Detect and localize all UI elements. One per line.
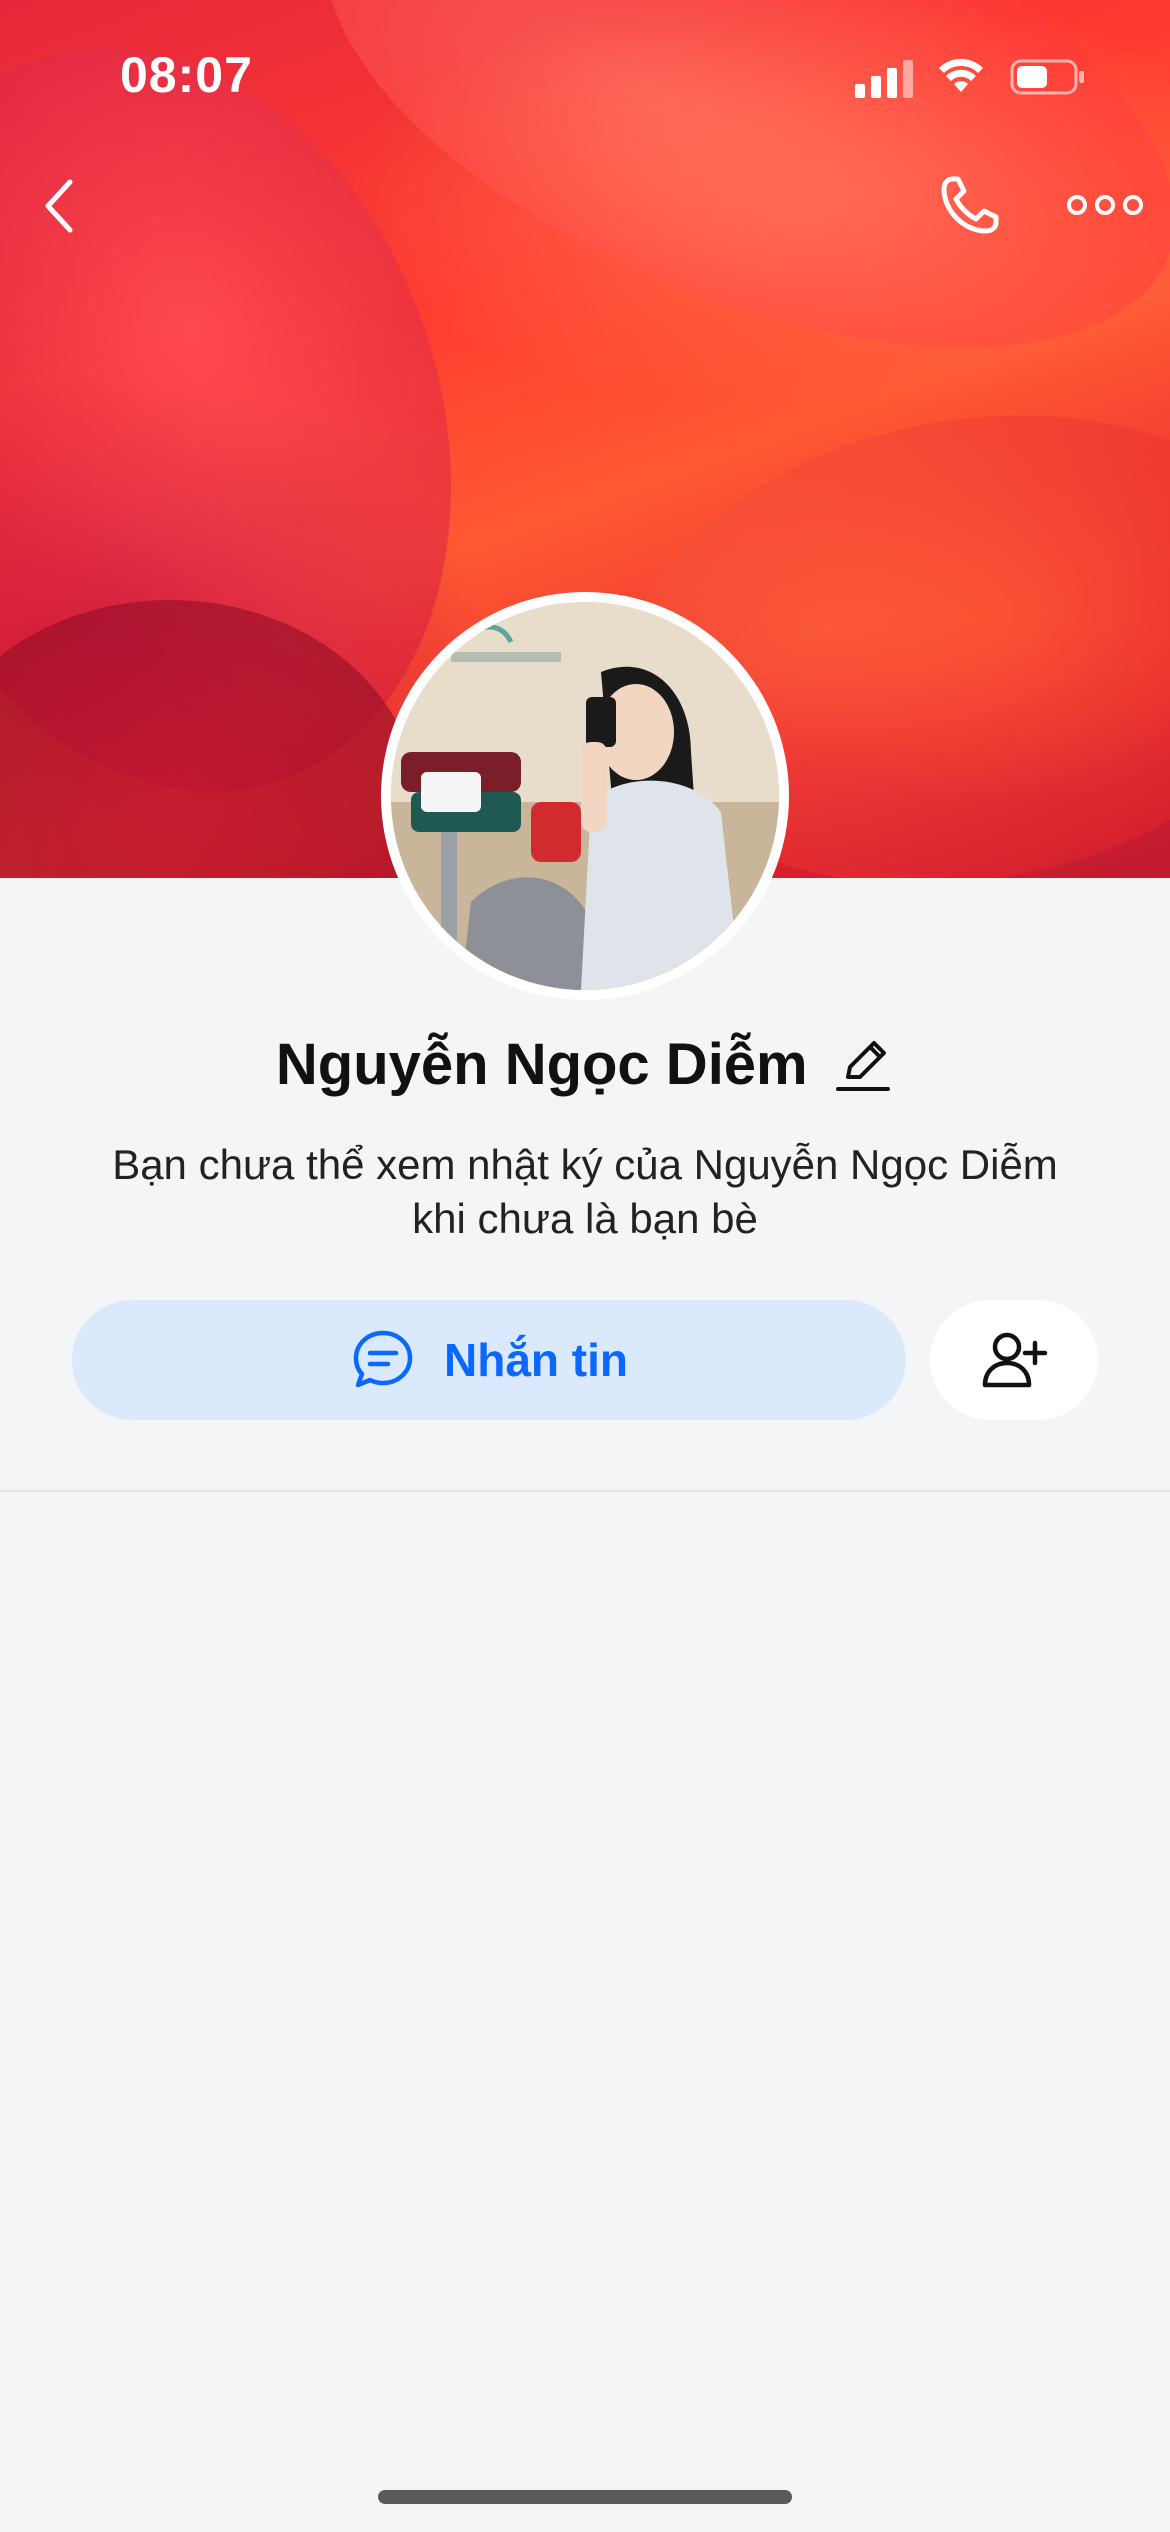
profile-name: Nguyễn Ngọc Diễm (275, 1032, 808, 1097)
message-button[interactable]: Nhắn tin (72, 1300, 906, 1420)
battery-icon (1010, 59, 1084, 95)
privacy-notice-line-2: khi chưa là bạn bè (412, 1195, 758, 1242)
avatar-illustration (391, 602, 779, 990)
wifi-icon (939, 58, 983, 92)
privacy-notice: Bạn chưa thể xem nhật ký của Nguyễn Ngọc… (60, 1138, 1110, 1246)
home-indicator[interactable] (378, 2490, 792, 2504)
back-icon[interactable] (30, 170, 120, 240)
profile-name-row: Nguyễn Ngọc Diễm (0, 1030, 1170, 1100)
cellular-signal-icon (855, 58, 915, 98)
more-horizontal-icon[interactable] (1065, 180, 1145, 230)
add-friend-button[interactable] (930, 1300, 1098, 1420)
profile-screen: 08:07 Nguyễn Ngọc Diễm Bạn chưa thể xem … (0, 0, 1170, 2532)
edit-pencil-icon[interactable] (834, 1035, 894, 1095)
status-bar: 08:07 (0, 0, 1170, 150)
phone-icon[interactable] (930, 165, 1010, 245)
avatar[interactable] (381, 592, 789, 1000)
message-button-label: Nhắn tin (444, 1334, 628, 1386)
status-time: 08:07 (120, 47, 253, 103)
section-divider (0, 1490, 1170, 1492)
avatar-photo (391, 602, 779, 990)
user-plus-icon (982, 1332, 1048, 1388)
privacy-notice-line-1: Bạn chưa thể xem nhật ký của Nguyễn Ngọc… (112, 1141, 1058, 1188)
chat-bubble-icon (353, 1330, 413, 1388)
